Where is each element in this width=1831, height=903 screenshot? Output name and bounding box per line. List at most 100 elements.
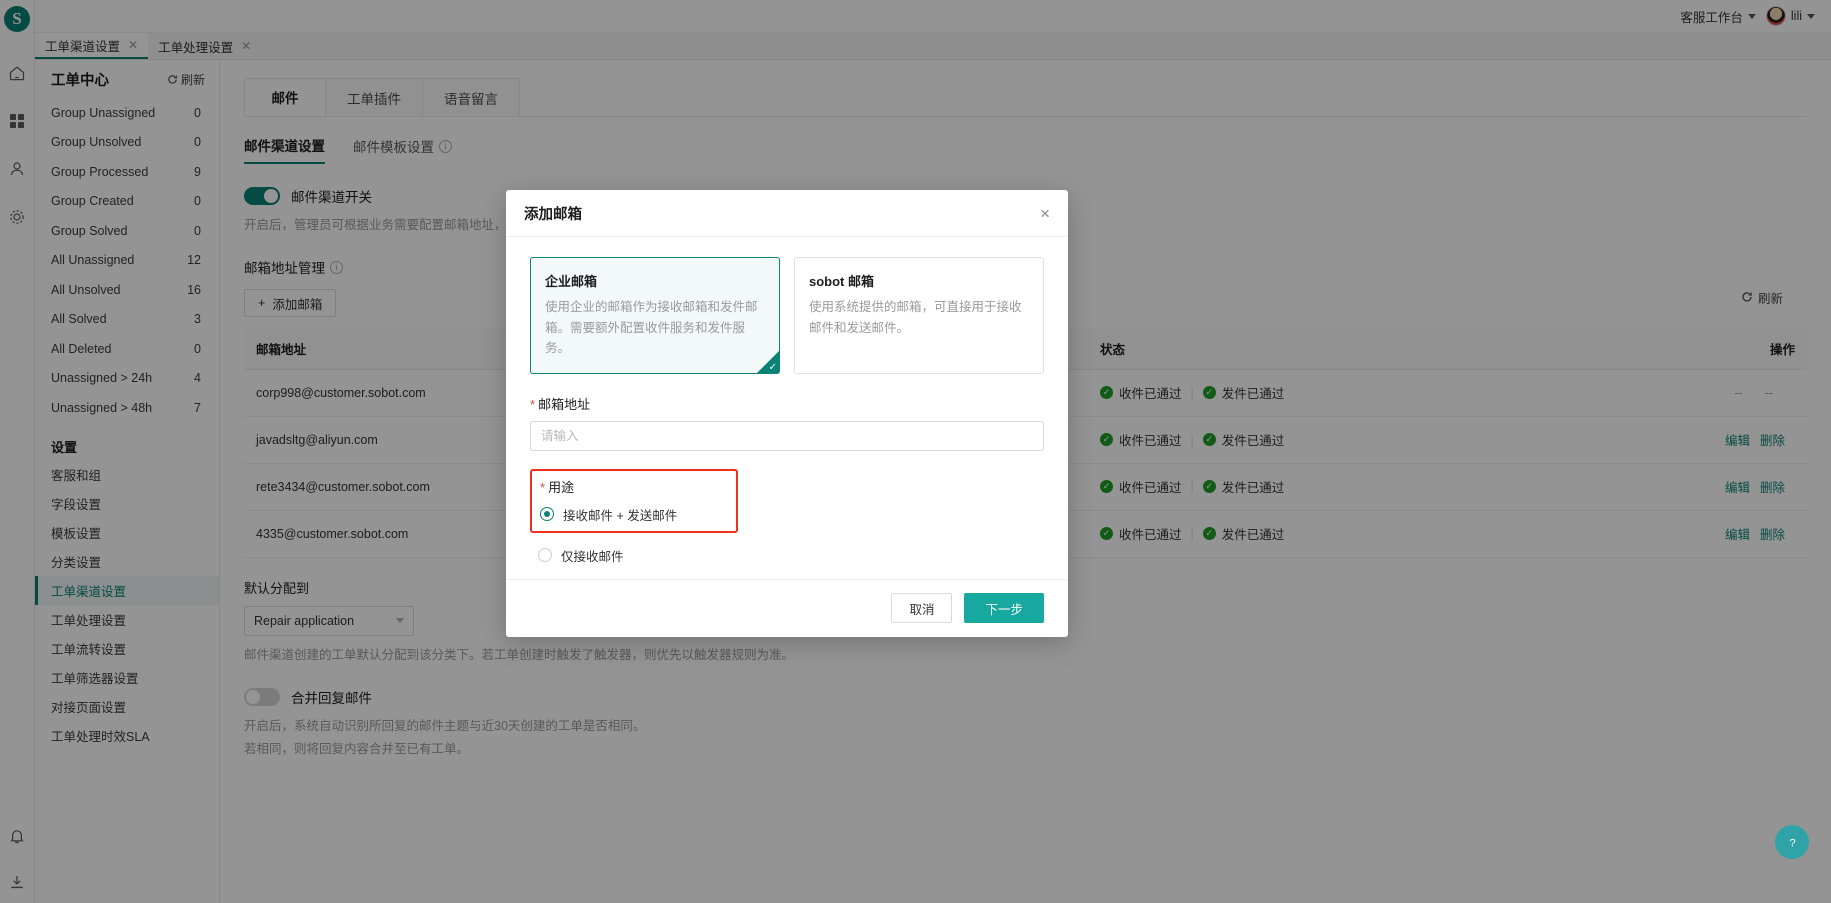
channel-tab-1[interactable]: 工单插件: [325, 78, 423, 116]
sidebar-item-1[interactable]: Group Unsolved 0: [35, 128, 219, 158]
refresh-icon: [1742, 292, 1752, 302]
sidebar-item-9[interactable]: Unassigned > 24h 4: [35, 364, 219, 394]
sidebar-settings-header: 设置: [51, 439, 78, 455]
sub-tab-1[interactable]: 邮件模板设置 i: [353, 136, 452, 163]
apps-grid-icon[interactable]: [6, 110, 28, 132]
sidebar-refresh-button[interactable]: 刷新: [167, 71, 205, 88]
status-cell: ✓ 收件已通过 | ✓ 发件已通过: [1100, 430, 1545, 449]
receive-status-label: 收件已通过: [1119, 528, 1182, 542]
modal-header: 添加邮箱 ×: [506, 190, 1068, 237]
status-cell: ✓ 收件已通过 | ✓ 发件已通过: [1100, 383, 1545, 402]
sidebar-item-7[interactable]: All Solved 3: [35, 305, 219, 335]
rail-bottom-group: [6, 825, 28, 893]
sidebar-setting-2[interactable]: 模板设置: [35, 518, 219, 547]
purpose-option-0-label: 接收邮件 + 发送邮件: [563, 508, 678, 523]
default-assign-select[interactable]: Repair application: [244, 605, 414, 636]
action-link-1[interactable]: 删除: [1760, 528, 1785, 542]
sidebar-item-count: 0: [194, 135, 201, 150]
channel-tab-2[interactable]: 语音留言: [422, 78, 520, 116]
bell-icon[interactable]: [6, 825, 28, 847]
action-link-0[interactable]: 编辑: [1725, 434, 1750, 448]
sidebar-item-4[interactable]: Group Solved 0: [35, 216, 219, 246]
sub-tab-label: 邮件渠道设置: [244, 139, 325, 154]
sidebar-item-count: 9: [194, 164, 201, 179]
sidebar-setting-label: 工单流转设置: [51, 642, 127, 657]
purpose-label: * 用途: [540, 477, 728, 496]
sidebar-setting-3[interactable]: 分类设置: [35, 547, 219, 576]
browser-tab-strip: 工单渠道设置 ✕ 工单处理设置 ✕: [35, 33, 1831, 60]
send-status-label: 发件已通过: [1221, 387, 1285, 401]
user-menu[interactable]: lili: [1765, 6, 1815, 26]
purpose-option-1[interactable]: 仅接收邮件: [538, 546, 1044, 565]
channel-tab-0[interactable]: 邮件: [244, 78, 326, 116]
merge-switch-toggle[interactable]: [244, 687, 280, 706]
channel-switch-toggle[interactable]: [244, 187, 280, 205]
help-floating-button[interactable]: ?: [1775, 825, 1809, 859]
action-link-0[interactable]: 编辑: [1725, 481, 1750, 495]
sidebar-setting-label: 分类设置: [51, 555, 102, 570]
table-refresh-button[interactable]: 刷新: [1741, 288, 1783, 307]
option-title: sobot 邮箱: [809, 274, 874, 289]
sidebar-setting-8[interactable]: 对接页面设置: [35, 692, 219, 721]
close-icon[interactable]: ×: [1040, 205, 1050, 222]
purpose-option-0[interactable]: 接收邮件 + 发送邮件: [540, 505, 728, 524]
default-assign-value: Repair application: [254, 613, 355, 628]
sidebar-item-0[interactable]: Group Unassigned 0: [35, 98, 219, 128]
sidebar-setting-label: 工单渠道设置: [51, 584, 127, 599]
mailbox-type-option-1[interactable]: sobot 邮箱 使用系统提供的邮箱，可直接用于接收邮件和发送邮件。: [794, 257, 1044, 374]
receive-status: ✓ 收件已通过: [1100, 477, 1182, 496]
sidebar-refresh-label: 刷新: [180, 72, 205, 87]
add-mailbox-button[interactable]: + 添加邮箱: [244, 289, 337, 317]
workbench-switcher[interactable]: 客服工作台: [1680, 7, 1756, 26]
download-icon[interactable]: [6, 871, 28, 893]
sidebar-setting-label: 工单处理设置: [51, 613, 127, 628]
check-circle-icon: ✓: [1100, 527, 1114, 540]
sidebar-item-count: 16: [187, 282, 201, 297]
sidebar-item-6[interactable]: All Unsolved 16: [35, 275, 219, 305]
sidebar-item-count: 0: [194, 194, 201, 209]
next-step-button[interactable]: 下一步: [964, 593, 1044, 624]
sidebar-setting-1[interactable]: 字段设置: [35, 489, 219, 518]
sidebar-setting-6[interactable]: 工单流转设置: [35, 634, 219, 663]
action-link-1[interactable]: 删除: [1760, 434, 1785, 448]
receive-status-label: 收件已通过: [1119, 434, 1182, 448]
app-logo: S: [4, 6, 30, 32]
gear-icon[interactable]: [6, 206, 28, 228]
status-cell-container: ✓ 收件已通过 | ✓ 发件已通过: [1088, 369, 1557, 417]
sidebar-item-5[interactable]: All Unassigned 12: [35, 246, 219, 276]
info-icon[interactable]: i: [330, 260, 343, 274]
sidebar-setting-0[interactable]: 客服和组: [35, 460, 219, 489]
sidebar-setting-7[interactable]: 工单筛选器设置: [35, 663, 219, 692]
browser-tab-0[interactable]: 工单渠道设置 ✕: [35, 33, 149, 59]
cancel-button[interactable]: 取消: [891, 593, 953, 624]
email-input[interactable]: [530, 420, 1044, 451]
browser-tab-1[interactable]: 工单处理设置 ✕: [148, 33, 261, 59]
sidebar-setting-label: 客服和组: [51, 468, 102, 483]
app-root: S 客服工作台 lili 工单渠道设置 ✕ 工单处理设置 ✕ 工单中心 刷新 G…: [0, 0, 1831, 903]
check-circle-icon: ✓: [1100, 480, 1114, 493]
send-status: ✓ 发件已通过: [1202, 430, 1284, 449]
sidebar-item-8[interactable]: All Deleted 0: [35, 334, 219, 364]
sidebar-setting-9[interactable]: 工单处理时效SLA: [35, 721, 219, 750]
sidebar-item-2[interactable]: Group Processed 9: [35, 157, 219, 187]
sub-tab-0[interactable]: 邮件渠道设置: [244, 135, 325, 164]
email-field-label: * 邮箱地址: [530, 394, 1044, 413]
home-icon[interactable]: [6, 62, 28, 84]
status-separator: |: [1190, 526, 1194, 541]
status-separator: |: [1190, 432, 1194, 447]
check-icon: ✓: [768, 361, 777, 373]
users-icon[interactable]: [6, 158, 28, 180]
mailbox-type-option-0[interactable]: 企业邮箱 使用企业的邮箱作为接收邮箱和发件邮箱。需要额外配置收件服务和发件服务。 ✓: [530, 257, 780, 374]
info-icon[interactable]: i: [439, 139, 452, 153]
sidebar-setting-5[interactable]: 工单处理设置: [35, 605, 219, 634]
action-link-1[interactable]: 删除: [1760, 481, 1785, 495]
sidebar-item-label: Group Unassigned: [51, 105, 156, 120]
sidebar-item-3[interactable]: Group Created 0: [35, 187, 219, 217]
close-icon[interactable]: ✕: [128, 38, 138, 52]
sidebar-item-10[interactable]: Unassigned > 48h 7: [35, 393, 219, 423]
close-icon[interactable]: ✕: [241, 39, 251, 53]
action-link-0[interactable]: 编辑: [1725, 528, 1750, 542]
check-circle-icon: ✓: [1202, 386, 1216, 399]
sidebar-header: 工单中心 刷新: [35, 60, 219, 98]
sidebar-setting-4[interactable]: 工单渠道设置: [35, 575, 219, 605]
